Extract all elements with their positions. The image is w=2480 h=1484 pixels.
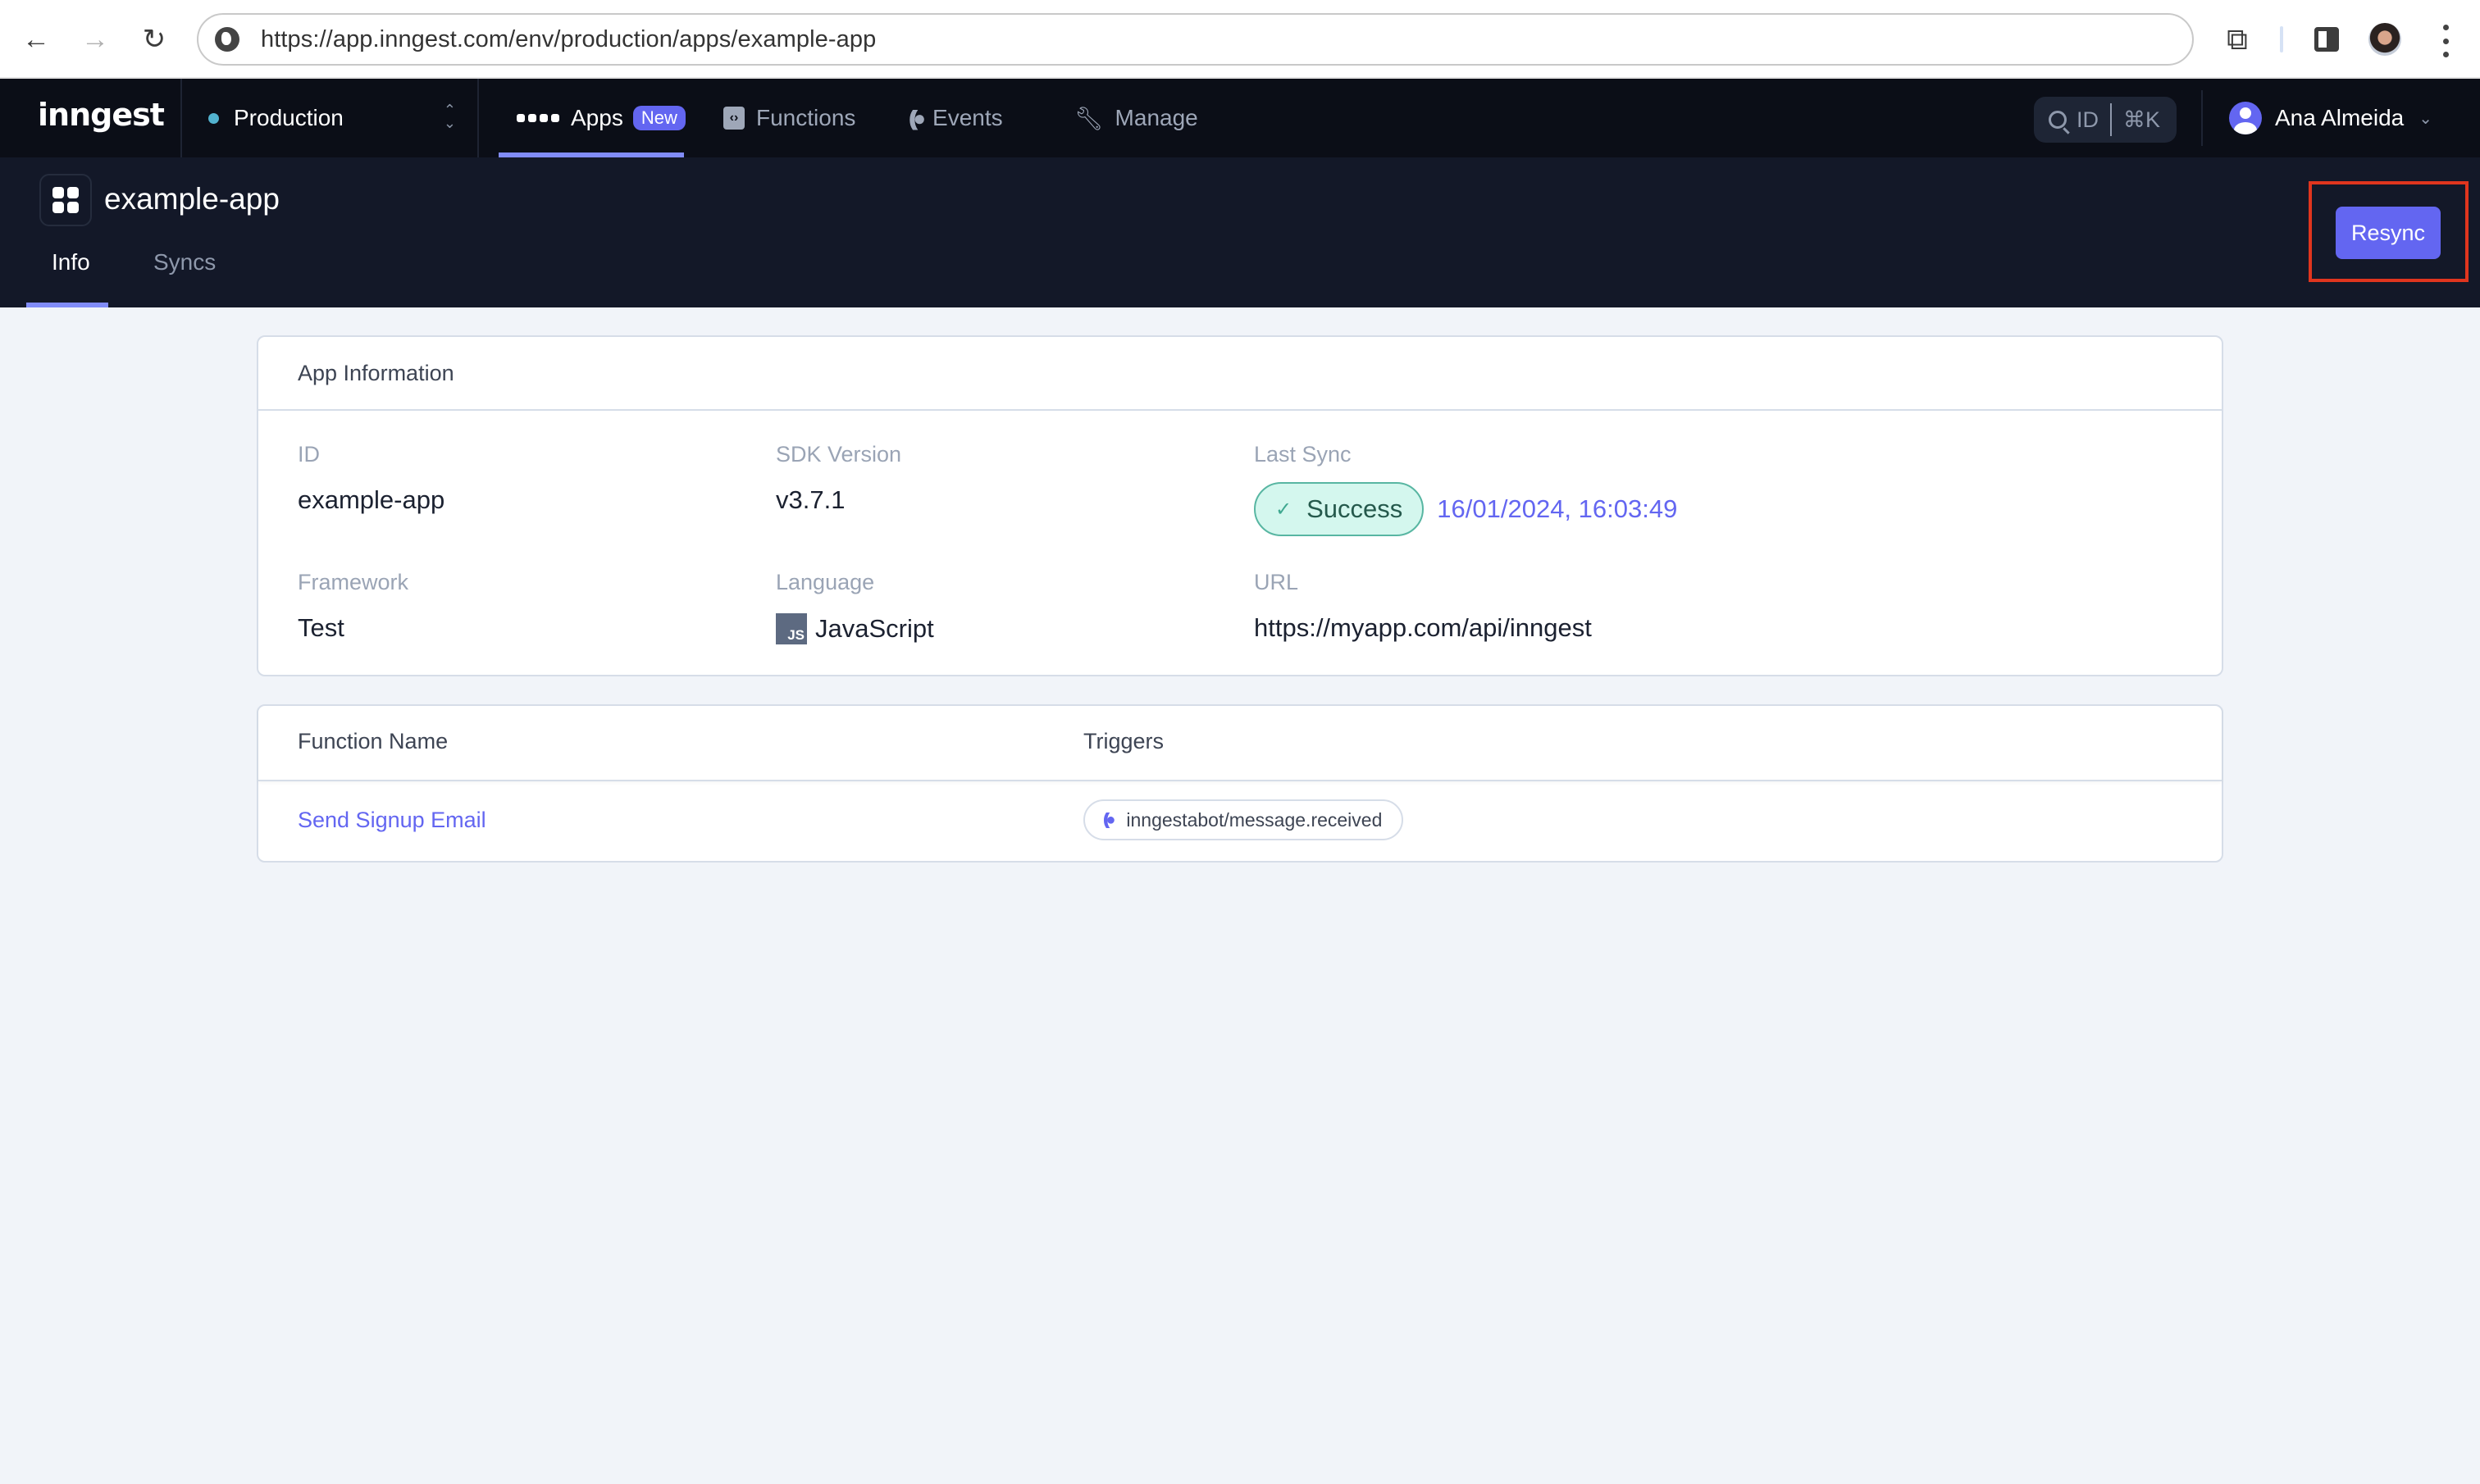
field-language: Language JS JavaScript [776,570,934,644]
nav-item-events[interactable]: ((● Events [909,79,1003,157]
browser-toolbar: ← → ↻ https://app.inngest.com/env/produc… [0,0,2480,79]
reload-icon[interactable]: ↻ [136,21,172,57]
address-bar[interactable]: https://app.inngest.com/env/production/a… [197,13,2194,66]
field-value: https://myapp.com/api/inngest [1254,613,1592,642]
side-panel-icon[interactable] [2314,27,2339,52]
function-name-link[interactable]: Send Signup Email [298,808,486,833]
nav-divider [2201,90,2203,146]
field-label: SDK Version [776,442,902,467]
table-header: Function Name Triggers [258,706,2222,781]
events-icon: ((● [909,105,926,130]
card-heading: App Information [258,337,2222,411]
field-value: v3.7.1 [776,485,846,514]
search-label: ID [2077,107,2099,132]
field-last-sync: Last Sync ✓ Success 16/01/2024, 16:03:49 [1254,442,1677,536]
last-sync-time-link[interactable]: 16/01/2024, 16:03:49 [1437,494,1677,524]
checkmark-icon: ✓ [1275,498,1292,521]
active-tab-indicator [26,303,108,307]
new-badge: New [632,106,686,130]
nav-divider [477,79,479,157]
nav-item-label: Functions [756,105,856,130]
function-code-icon: ‹› [723,107,745,130]
browser-menu-kebab-icon[interactable] [2437,25,2454,57]
table-row: Send Signup Email ((● inngestabot/messag… [258,781,2222,861]
app-grid-icon [39,174,92,226]
search-button[interactable]: ID ⌘K [2034,97,2177,143]
back-arrow-icon[interactable]: ← [18,21,54,57]
field-url: URL https://myapp.com/api/inngest [1254,570,1592,643]
resync-button[interactable]: Resync [2336,207,2441,259]
page-title: example-app [104,182,280,216]
nav-item-apps[interactable]: Apps New [517,79,686,157]
environment-label: Production [234,105,344,130]
app-header: example-app Info Syncs [0,157,2480,307]
field-value: Test [298,613,344,642]
nav-item-label: Apps [571,105,623,130]
field-value: JavaScript [815,614,934,643]
field-sdk-version: SDK Version v3.7.1 [776,442,901,515]
field-label: Last Sync [1254,442,1352,467]
chevron-down-icon: ⌄ [2418,109,2432,128]
trigger-pill[interactable]: ((● inngestabot/message.received [1083,799,1404,840]
column-header-triggers: Triggers [1083,729,1165,753]
field-framework: Framework Test [298,570,408,643]
field-label: Language [776,570,875,594]
column-header-function-name: Function Name [298,729,449,753]
environment-selector[interactable]: Production ⌃ ⌄ [182,79,477,157]
url-text[interactable]: https://app.inngest.com/env/production/a… [261,26,876,53]
chevron-up-down-icon: ⌃ ⌄ [443,102,456,131]
nav-item-label: Manage [1115,105,1198,130]
event-trigger-icon: ((● [1103,810,1116,829]
last-sync-value: ✓ Success 16/01/2024, 16:03:49 [1254,482,1677,536]
status-badge: ✓ Success [1254,482,1425,536]
search-divider [2110,103,2112,136]
tab-info[interactable]: Info [52,249,90,275]
app-information-card: App Information ID example-app SDK Versi… [257,335,2223,676]
wrench-icon: 🔧︎ [1074,105,1104,131]
search-icon [2049,111,2067,129]
trigger-name: inngestabot/message.received [1126,808,1383,831]
functions-table: Function Name Triggers Send Signup Email… [257,704,2223,863]
field-label: URL [1254,570,1299,594]
status-text: Success [1306,494,1403,523]
extensions-puzzle-icon[interactable]: ⧉ [2214,15,2260,64]
field-id: ID example-app [298,442,444,515]
site-info-icon[interactable] [215,27,239,52]
nav-item-label: Events [932,105,1003,130]
forward-arrow-icon[interactable]: → [77,21,113,57]
field-value: example-app [298,485,445,514]
keyboard-shortcut: ⌘K [2123,107,2161,132]
user-menu[interactable]: Ana Almeida ⌄ [2229,95,2432,141]
apps-grid-icon [517,114,559,122]
top-navigation: inngest Production ⌃ ⌄ Apps New ‹› Functi… [0,79,2480,157]
inngest-logo[interactable]: inngest [38,97,165,133]
nav-item-manage[interactable]: 🔧︎ Manage [1074,79,1198,157]
nav-item-functions[interactable]: ‹› Functions [723,79,855,157]
field-label: Framework [298,570,409,594]
user-avatar-icon [2229,102,2262,134]
field-label: ID [298,442,320,467]
javascript-icon: JS [776,613,807,644]
browser-profile-avatar[interactable] [2368,23,2401,56]
toolbar-divider [2280,26,2283,52]
language-value: JS JavaScript [776,613,934,644]
user-name: Ana Almeida [2275,105,2405,130]
environment-status-dot [208,112,219,124]
tab-syncs[interactable]: Syncs [153,249,216,275]
